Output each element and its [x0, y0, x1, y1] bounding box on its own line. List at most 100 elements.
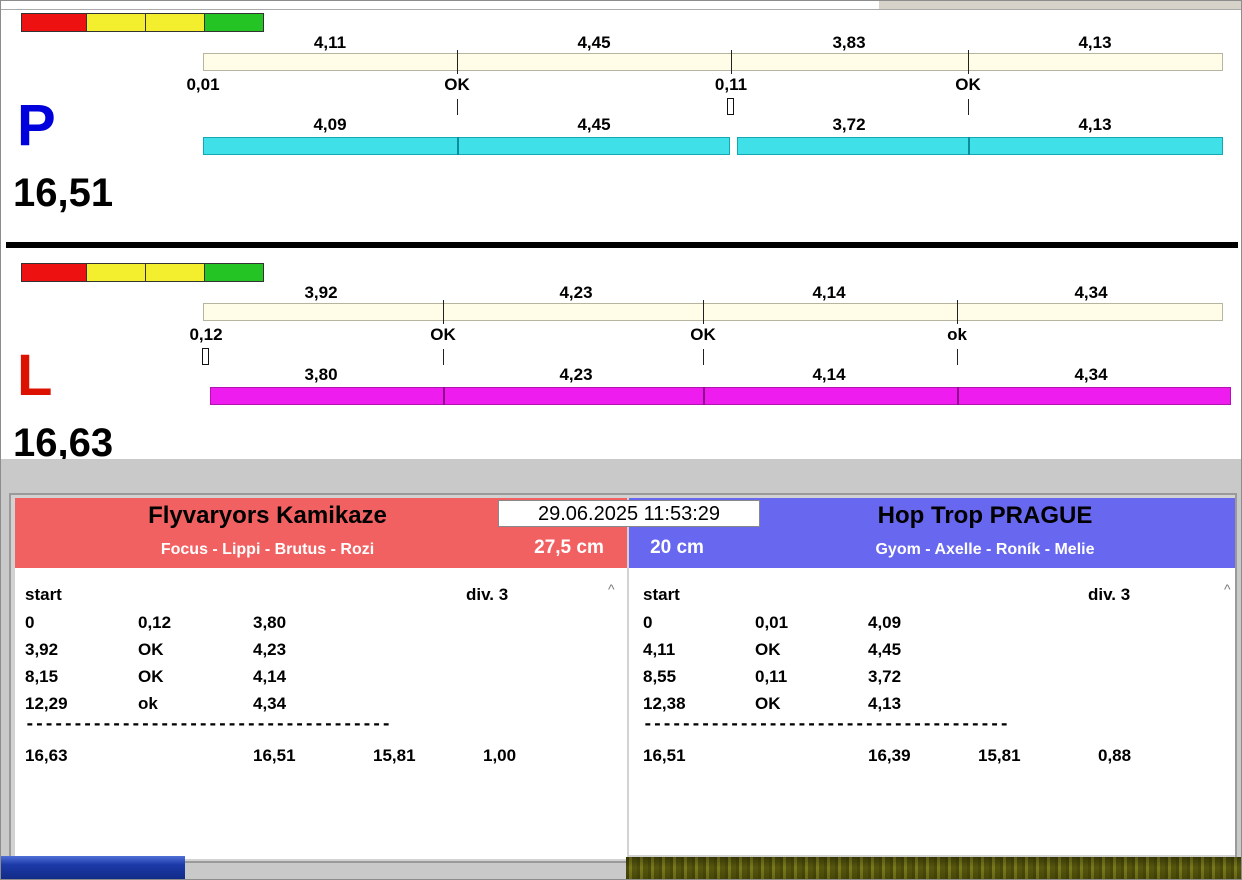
table-cell: 0,11 — [755, 667, 787, 687]
dog-time: 4,09 — [280, 115, 380, 135]
track-tick — [731, 50, 732, 74]
table-cell: 3,80 — [253, 613, 286, 633]
pass-value: OK — [407, 75, 507, 95]
table-cell: 0,01 — [755, 613, 788, 633]
pass-value: ok — [907, 325, 1007, 345]
table-cell: 4,09 — [868, 613, 901, 633]
lane-time-bar — [210, 387, 1231, 405]
dog-time: 4,45 — [544, 115, 644, 135]
table-cell: 4,11 — [643, 640, 675, 660]
table-header-div: div. 3 — [1088, 585, 1130, 605]
table-cell: ok — [138, 694, 158, 714]
table-cell: OK — [755, 694, 781, 714]
traffic-green-segment — [204, 263, 264, 282]
background-window-titlebar — [1, 856, 185, 880]
table-total: 16,51 — [253, 746, 296, 766]
pass-value: 0,11 — [681, 75, 781, 95]
team-left-name: Flyvaryors Kamikaze — [15, 502, 520, 530]
date-time-stamp: 29.06.2025 11:53:29 — [498, 500, 760, 527]
bar-divider — [968, 137, 970, 155]
split-time-top: 3,92 — [271, 283, 371, 303]
table-cell: 4,13 — [868, 694, 901, 714]
traffic-green-segment — [204, 13, 264, 32]
timeline-track — [203, 53, 1223, 71]
pass-tick — [457, 99, 458, 115]
bar-divider — [703, 387, 705, 405]
split-time-top: 4,45 — [544, 33, 644, 53]
team-right-results-panel — [629, 568, 1235, 855]
table-cell: OK — [138, 667, 164, 687]
table-cell: OK — [755, 640, 781, 660]
table-cell: 8,55 — [643, 667, 676, 687]
table-cell: 12,29 — [25, 694, 68, 714]
table-cell: 4,34 — [253, 694, 286, 714]
track-tick — [443, 300, 444, 324]
dog-time: 4,34 — [1041, 365, 1141, 385]
lane-letter: L — [17, 347, 52, 405]
pass-value: 0,12 — [156, 325, 256, 345]
traffic-light — [21, 263, 263, 282]
lane-total-time: 16,51 — [13, 173, 113, 213]
split-time-top: 4,13 — [1045, 33, 1145, 53]
pass-marker — [727, 98, 734, 115]
pass-tick — [957, 349, 958, 365]
table-cell: 4,45 — [868, 640, 901, 660]
pass-value: OK — [918, 75, 1018, 95]
team-right-height: 20 cm — [629, 537, 725, 559]
table-total: 1,00 — [483, 746, 516, 766]
scrollbar-up-arrow[interactable]: ^ — [1224, 581, 1231, 597]
track-tick — [703, 300, 704, 324]
table-header-div: div. 3 — [466, 585, 508, 605]
lane-time-bar — [737, 137, 1223, 155]
clipped-menu-strip — [1, 1, 1242, 10]
table-cell: 0 — [25, 613, 34, 633]
lane-divider — [6, 242, 1238, 248]
timing-app-window: 4,11 4,45 3,83 4,13 0,01 OK 0,11 OK 4,09… — [0, 0, 1242, 880]
table-cell: 8,15 — [25, 667, 58, 687]
lane-total-time: 16,63 — [13, 423, 113, 463]
dog-time: 4,23 — [526, 365, 626, 385]
table-cell: OK — [138, 640, 164, 660]
table-total: 15,81 — [978, 746, 1021, 766]
split-time-top: 4,34 — [1041, 283, 1141, 303]
lane-p-section: 4,11 4,45 3,83 4,13 0,01 OK 0,11 OK 4,09… — [9, 11, 1237, 241]
traffic-yellow-segment-1 — [86, 13, 146, 32]
bar-divider — [443, 387, 445, 405]
table-total: 0,88 — [1098, 746, 1131, 766]
table-cell: 12,38 — [643, 694, 686, 714]
traffic-yellow-segment-2 — [145, 13, 205, 32]
table-total: 16,51 — [643, 746, 686, 766]
traffic-light — [21, 13, 263, 32]
scoreboard-panel: Flyvaryors Kamikaze Focus - Lippi - Brut… — [9, 493, 1237, 863]
bar-divider — [957, 387, 959, 405]
table-cell: 0 — [643, 613, 652, 633]
table-total: 15,81 — [373, 746, 416, 766]
pass-marker — [202, 348, 209, 365]
traffic-yellow-segment-1 — [86, 263, 146, 282]
dog-time: 4,13 — [1045, 115, 1145, 135]
pass-tick — [968, 99, 969, 115]
table-header-start: start — [25, 585, 62, 605]
table-cell: 0,12 — [138, 613, 171, 633]
table-total: 16,63 — [25, 746, 68, 766]
dog-time: 3,72 — [799, 115, 899, 135]
pass-value: 0,01 — [153, 75, 253, 95]
timeline-track — [203, 303, 1223, 321]
pass-tick — [703, 349, 704, 365]
lane-time-bar — [203, 137, 730, 155]
clipped-window-fragment — [879, 1, 1242, 9]
team-left-height: 27,5 cm — [515, 537, 623, 559]
team-right-name: Hop Trop PRAGUE — [745, 502, 1225, 530]
pass-value: OK — [653, 325, 753, 345]
team-left-dogs: Focus - Lippi - Brutus - Rozi — [15, 541, 520, 559]
traffic-yellow-segment-2 — [145, 263, 205, 282]
pass-tick — [443, 349, 444, 365]
split-time-top: 4,23 — [526, 283, 626, 303]
split-time-top: 4,11 — [280, 33, 380, 53]
camera-video-strip — [626, 857, 1242, 880]
scrollbar-up-arrow[interactable]: ^ — [608, 581, 615, 597]
table-header-start: start — [643, 585, 680, 605]
split-time-top: 3,83 — [799, 33, 899, 53]
bar-divider — [457, 137, 459, 155]
traffic-red-segment — [21, 263, 87, 282]
